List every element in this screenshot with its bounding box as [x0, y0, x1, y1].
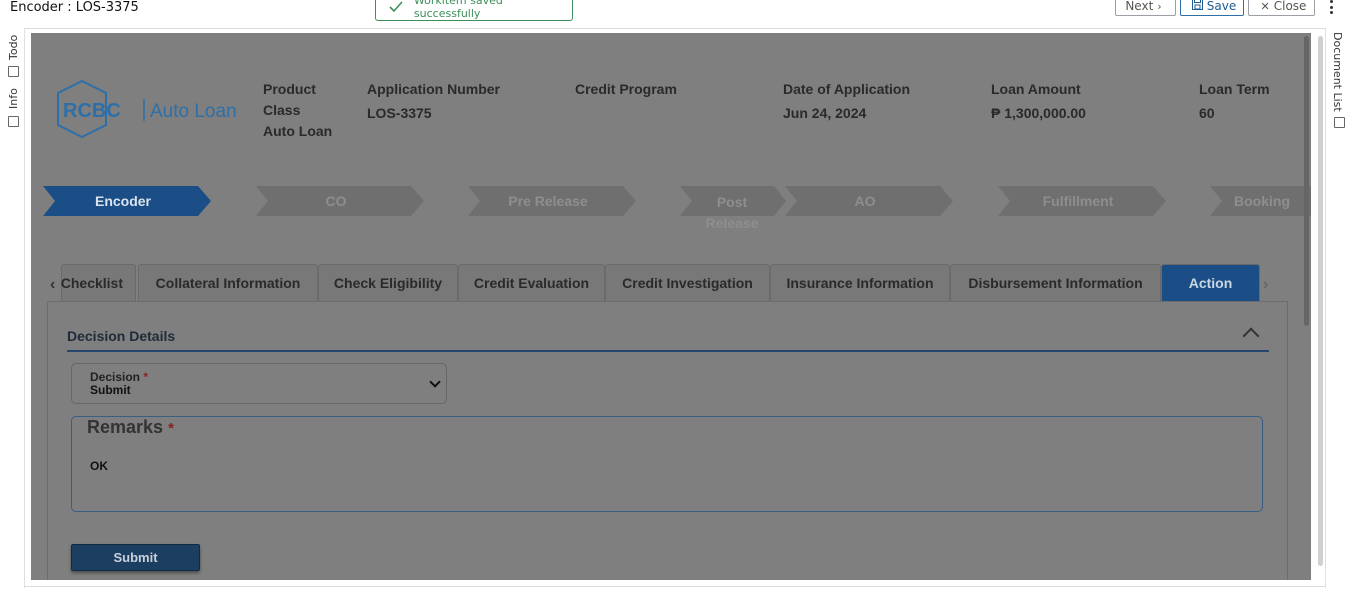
- close-icon: ✕: [1260, 0, 1270, 13]
- step-label: Encoder: [94, 193, 151, 209]
- info-icon[interactable]: [8, 116, 19, 127]
- step-post-release[interactable]: Post Release: [680, 186, 786, 231]
- credit-program-field: Credit Program: [575, 79, 677, 103]
- left-rail: Todo Info: [0, 28, 25, 588]
- step-label: Booking: [1234, 193, 1290, 209]
- decision-value: Submit: [90, 383, 131, 397]
- step-booking[interactable]: Booking: [1210, 186, 1311, 216]
- application-number-field: Application Number LOS-3375: [367, 79, 500, 124]
- more-options-icon[interactable]: [1326, 0, 1336, 14]
- toast-message: Workitem saved successfully: [413, 0, 503, 20]
- tab-credit-evaluation[interactable]: Credit Evaluation: [458, 264, 605, 301]
- tab-action[interactable]: Action: [1161, 264, 1260, 301]
- submit-button[interactable]: Submit: [71, 544, 200, 571]
- tab-checklist[interactable]: Checklist: [61, 264, 136, 301]
- application-number-label: Application Number: [367, 81, 501, 97]
- product-class-field: Product Class Auto Loan: [263, 79, 332, 142]
- loan-term-field: Loan Term 60: [1199, 79, 1270, 124]
- remarks-field[interactable]: Remarks * OK: [71, 416, 1263, 512]
- application-number-value: LOS-3375: [367, 105, 432, 121]
- loan-term-label: Loan Term: [1199, 81, 1270, 97]
- product-class-value: Auto Loan: [263, 123, 333, 139]
- success-toast: Workitem saved successfully: [375, 0, 573, 21]
- loan-amount-value: ₱ 1,300,000.00: [991, 105, 1086, 121]
- next-label: Next: [1125, 0, 1154, 13]
- step-pre-release[interactable]: Pre Release: [468, 186, 636, 216]
- save-label: Save: [1206, 0, 1237, 13]
- todo-tab[interactable]: Todo: [7, 35, 20, 60]
- product-class-label: Product Class: [263, 81, 316, 118]
- top-bar: Encoder : LOS-3375 Workitem saved succes…: [0, 0, 1350, 29]
- window-title: Encoder : LOS-3375: [10, 0, 139, 15]
- tab-bar: Checklist Collateral Information Check E…: [48, 264, 1288, 302]
- step-fulfillment[interactable]: Fulfillment: [998, 186, 1166, 216]
- loan-amount-label: Loan Amount: [991, 81, 1081, 97]
- decision-select[interactable]: Decision * Submit: [71, 363, 447, 404]
- chevron-down-icon: [429, 376, 441, 388]
- step-label: Pre Release: [508, 193, 588, 209]
- step-encoder[interactable]: Encoder: [43, 186, 211, 216]
- right-rail: Document List: [1325, 28, 1350, 588]
- main-panel: RCBC Auto Loan Product Class Auto Loan A…: [31, 33, 1311, 580]
- tab-collateral-information[interactable]: Collateral Information: [138, 264, 318, 301]
- step-co[interactable]: CO: [256, 186, 424, 216]
- close-button[interactable]: ✕ Close: [1248, 0, 1315, 16]
- step-label: CO: [325, 193, 347, 209]
- collapse-chevron-up-icon[interactable]: [1242, 327, 1260, 345]
- todo-icon[interactable]: [8, 66, 19, 77]
- rcbc-logo: RCBC Auto Loan: [57, 79, 237, 139]
- tab-disbursement-information[interactable]: Disbursement Information: [950, 264, 1161, 301]
- svg-text:Auto Loan: Auto Loan: [150, 101, 237, 122]
- bottom-divider: [24, 586, 1325, 587]
- document-list-tab[interactable]: Document List: [1331, 32, 1344, 112]
- step-label: Fulfillment: [1042, 193, 1114, 209]
- date-of-application-field: Date of Application Jun 24, 2024: [783, 79, 910, 124]
- tab-insurance-information[interactable]: Insurance Information: [770, 264, 950, 301]
- date-of-application-value: Jun 24, 2024: [783, 105, 867, 121]
- step-label: Post Release: [705, 194, 759, 231]
- section-title: Decision Details: [67, 328, 176, 344]
- date-of-application-label: Date of Application: [783, 81, 911, 97]
- info-tab[interactable]: Info: [7, 88, 20, 109]
- scrollbar-thumb[interactable]: [1304, 36, 1309, 326]
- decision-label: Decision *: [90, 370, 149, 384]
- close-label: Close: [1273, 0, 1307, 13]
- next-button[interactable]: Next ›: [1115, 0, 1176, 16]
- credit-program-label: Credit Program: [575, 81, 677, 97]
- remarks-value: OK: [90, 459, 108, 473]
- save-button[interactable]: Save: [1180, 0, 1244, 16]
- svg-text:RCBC: RCBC: [63, 100, 121, 122]
- chevron-right-icon: ›: [1157, 0, 1162, 13]
- loan-term-value: 60: [1199, 105, 1215, 121]
- document-list-icon[interactable]: [1334, 117, 1345, 128]
- remarks-label: Remarks *: [87, 417, 174, 437]
- step-label: AO: [854, 193, 876, 209]
- scrollbar-track[interactable]: [1318, 36, 1323, 566]
- step-ao[interactable]: AO: [785, 186, 953, 216]
- decision-card: Decision Details Decision * Submit Remar…: [47, 301, 1288, 580]
- tab-check-eligibility[interactable]: Check Eligibility: [318, 264, 458, 301]
- save-icon: [1191, 0, 1203, 13]
- check-icon: [389, 1, 403, 13]
- tab-credit-investigation[interactable]: Credit Investigation: [605, 264, 770, 301]
- section-divider: [67, 350, 1269, 352]
- loan-amount-field: Loan Amount ₱ 1,300,000.00: [991, 79, 1086, 124]
